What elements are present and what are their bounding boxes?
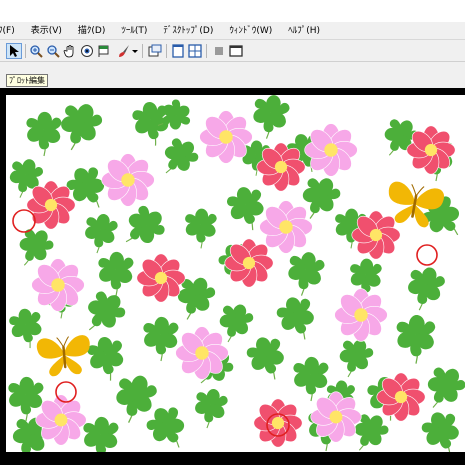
flower: [175, 326, 229, 380]
tile-window-button[interactable]: [187, 43, 203, 59]
toolbar-separator: [142, 44, 143, 58]
flower-picture: [6, 95, 465, 452]
flag-button[interactable]: [96, 43, 112, 59]
single-window-icon: [172, 44, 184, 58]
toolbar: [0, 40, 465, 62]
flower: [253, 398, 303, 448]
zoom-out-button[interactable]: [45, 43, 61, 59]
toolbar-separator: [166, 44, 167, 58]
pointer-button[interactable]: [6, 43, 22, 59]
brush-dropdown[interactable]: [131, 43, 139, 59]
flower: [376, 372, 426, 422]
hand-button[interactable]: [62, 43, 78, 59]
flower: [259, 200, 313, 254]
flower: [26, 180, 76, 230]
flower: [256, 142, 306, 192]
flower: [351, 210, 401, 260]
menu-window[interactable]: ｳｨﾝﾄﾞｳ(W): [229, 22, 272, 40]
flag-icon: [98, 45, 109, 57]
copy-window-button[interactable]: [147, 43, 163, 59]
tile-window-icon: [188, 44, 202, 58]
drawing-canvas[interactable]: [6, 95, 465, 452]
flower: [35, 394, 87, 446]
brush-icon: [119, 45, 129, 57]
tooltip: ﾌﾟﾛｯﾄ編集: [6, 74, 48, 87]
flower: [101, 153, 155, 207]
toolbar-separator: [206, 44, 207, 58]
zoom-out-icon: [47, 45, 60, 58]
gray-square-icon: [215, 47, 223, 55]
title-bar-strip: [0, 0, 465, 22]
flower: [224, 238, 274, 288]
flower: [31, 258, 85, 312]
eye-icon: [81, 45, 93, 57]
copy-window-icon: [148, 44, 162, 57]
single-window-button[interactable]: [170, 43, 186, 59]
frame-window-button[interactable]: [228, 43, 244, 59]
menu-help[interactable]: ﾍﾙﾌﾟ(H): [288, 22, 320, 40]
hand-icon: [63, 45, 74, 58]
flower: [199, 110, 253, 164]
flower: [136, 253, 186, 303]
eye-button[interactable]: [79, 43, 95, 59]
toolbar-separator: [25, 44, 26, 58]
flower: [334, 288, 388, 342]
flower: [310, 391, 362, 443]
menu-bar: ﾌ(F) 表示(V) 描ｸ(D) ﾂｰﾙ(T) ﾃﾞｽｸﾄｯﾌﾟ(D) ｳｨﾝﾄ…: [0, 22, 465, 40]
menu-tools[interactable]: ﾂｰﾙ(T): [121, 22, 147, 40]
flower: [304, 123, 358, 177]
frame-window-icon: [229, 45, 243, 57]
dropdown-arrow-icon: [132, 50, 138, 53]
zoom-in-icon: [30, 45, 43, 58]
flower: [406, 125, 456, 175]
gray-square-button[interactable]: [211, 43, 227, 59]
zoom-in-button[interactable]: [28, 43, 44, 59]
menu-file[interactable]: ﾌ(F): [0, 22, 15, 40]
pointer-icon: [10, 45, 19, 57]
menu-view[interactable]: 表示(V): [31, 22, 62, 40]
menu-draw[interactable]: 描ｸ(D): [78, 22, 105, 40]
brush-button[interactable]: [116, 43, 132, 59]
menu-desktop[interactable]: ﾃﾞｽｸﾄｯﾌﾟ(D): [163, 22, 213, 40]
